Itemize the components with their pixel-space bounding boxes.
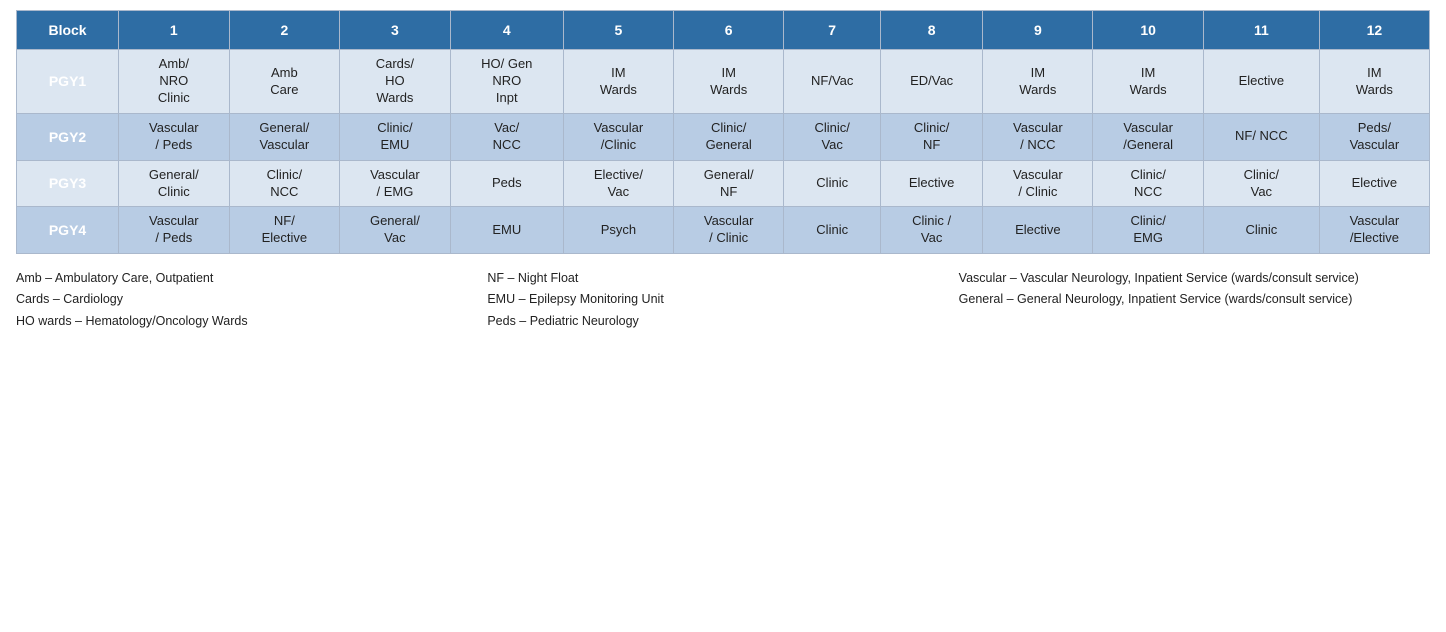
table-cell: General/Vac [340, 207, 451, 254]
table-cell: Vascular/ Peds [119, 207, 230, 254]
column-header: Block [17, 11, 119, 50]
table-cell: Peds/Vascular [1319, 113, 1429, 160]
table-cell: General/NF [673, 160, 784, 207]
table-cell: Vascular/ Clinic [673, 207, 784, 254]
schedule-table: Block123456789101112 PGY1Amb/NROClinicAm… [16, 10, 1430, 254]
table-cell: IMWards [563, 50, 673, 114]
column-header: 10 [1093, 11, 1204, 50]
table-cell: Amb/NROClinic [119, 50, 230, 114]
table-cell: NF/Elective [229, 207, 340, 254]
legend-item: Peds – Pediatric Neurology [487, 311, 958, 332]
column-header: 4 [450, 11, 563, 50]
table-cell: Clinic /Vac [880, 207, 982, 254]
column-header: 9 [983, 11, 1093, 50]
table-cell: NF/Vac [784, 50, 880, 114]
table-cell: Vascular/ EMG [340, 160, 451, 207]
legend-item: EMU – Epilepsy Monitoring Unit [487, 289, 958, 310]
table-cell: Vascular/ Peds [119, 113, 230, 160]
table-cell: Clinic/NF [880, 113, 982, 160]
column-header: 1 [119, 11, 230, 50]
table-row: PGY2Vascular/ PedsGeneral/VascularClinic… [17, 113, 1430, 160]
table-row: PGY4Vascular/ PedsNF/ElectiveGeneral/Vac… [17, 207, 1430, 254]
table-cell: IMWards [983, 50, 1093, 114]
legend-col-2: NF – Night FloatEMU – Epilepsy Monitorin… [487, 268, 958, 332]
table-cell: General/Vascular [229, 113, 340, 160]
column-header: 6 [673, 11, 784, 50]
column-header: 11 [1203, 11, 1319, 50]
table-cell: Peds [450, 160, 563, 207]
legend-item: Vascular – Vascular Neurology, Inpatient… [959, 268, 1430, 289]
column-header: 8 [880, 11, 982, 50]
table-cell: Clinic/General [673, 113, 784, 160]
legend-item: Cards – Cardiology [16, 289, 487, 310]
table-cell: ED/Vac [880, 50, 982, 114]
table-cell: Vascular/General [1093, 113, 1204, 160]
table-cell: Psych [563, 207, 673, 254]
column-header: 2 [229, 11, 340, 50]
table-cell: Elective [880, 160, 982, 207]
legend-item: NF – Night Float [487, 268, 958, 289]
table-cell: AmbCare [229, 50, 340, 114]
table-cell: Elective [1203, 50, 1319, 114]
table-cell: Clinic/Vac [784, 113, 880, 160]
table-cell: Vascular/ Clinic [983, 160, 1093, 207]
legend-item: Amb – Ambulatory Care, Outpatient [16, 268, 487, 289]
column-header: 12 [1319, 11, 1429, 50]
table-cell: NF/ NCC [1203, 113, 1319, 160]
table-cell: Clinic [784, 207, 880, 254]
table-cell: EMU [450, 207, 563, 254]
row-label: PGY4 [17, 207, 119, 254]
column-header: 7 [784, 11, 880, 50]
table-cell: General/Clinic [119, 160, 230, 207]
table-cell: Clinic/NCC [1093, 160, 1204, 207]
table-cell: Vascular/Clinic [563, 113, 673, 160]
table-cell: IMWards [1093, 50, 1204, 114]
table-cell: Elective [1319, 160, 1429, 207]
table-cell: Elective [983, 207, 1093, 254]
legend: Amb – Ambulatory Care, OutpatientCards –… [16, 268, 1430, 332]
table-row: PGY1Amb/NROClinicAmbCareCards/HOWardsHO/… [17, 50, 1430, 114]
table-cell: Clinic/Vac [1203, 160, 1319, 207]
table-cell: Elective/Vac [563, 160, 673, 207]
table-cell: Clinic/EMU [340, 113, 451, 160]
table-cell: Clinic [784, 160, 880, 207]
table-cell: Vascular/Elective [1319, 207, 1429, 254]
table-row: PGY3General/ClinicClinic/NCCVascular/ EM… [17, 160, 1430, 207]
legend-item: General – General Neurology, Inpatient S… [959, 289, 1430, 310]
column-header: 3 [340, 11, 451, 50]
table-header-row: Block123456789101112 [17, 11, 1430, 50]
row-label: PGY3 [17, 160, 119, 207]
table-cell: Vac/NCC [450, 113, 563, 160]
legend-col-3: Vascular – Vascular Neurology, Inpatient… [959, 268, 1430, 332]
table-cell: Clinic/NCC [229, 160, 340, 207]
table-body: PGY1Amb/NROClinicAmbCareCards/HOWardsHO/… [17, 50, 1430, 254]
column-header: 5 [563, 11, 673, 50]
row-label: PGY1 [17, 50, 119, 114]
table-cell: IMWards [1319, 50, 1429, 114]
table-cell: HO/ GenNROInpt [450, 50, 563, 114]
legend-col-1: Amb – Ambulatory Care, OutpatientCards –… [16, 268, 487, 332]
table-cell: Vascular/ NCC [983, 113, 1093, 160]
row-label: PGY2 [17, 113, 119, 160]
table-cell: Cards/HOWards [340, 50, 451, 114]
table-cell: Clinic [1203, 207, 1319, 254]
legend-item: HO wards – Hematology/Oncology Wards [16, 311, 487, 332]
table-cell: IMWards [673, 50, 784, 114]
table-cell: Clinic/EMG [1093, 207, 1204, 254]
